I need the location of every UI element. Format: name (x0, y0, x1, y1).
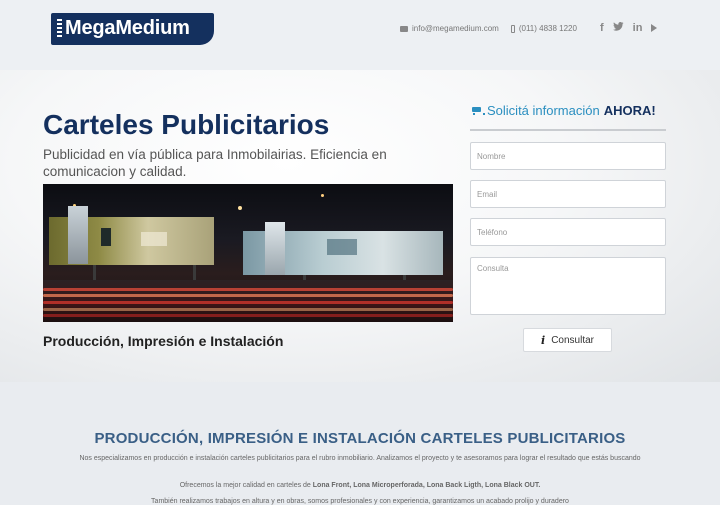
hero-section: Carteles Publicitarios Publicidad en vía… (0, 70, 720, 382)
billboards-photo (43, 184, 453, 322)
contact-phone[interactable]: (011) 4838 1220 (519, 24, 577, 33)
info-icon: i (541, 333, 546, 347)
page-title: Carteles Publicitarios (43, 109, 330, 140)
email-field[interactable] (470, 180, 666, 208)
form-title-emphasis: AHORA! (603, 103, 656, 118)
section-title: PRODUCCIÓN, IMPRESIÓN E INSTALACIÓN CART… (94, 430, 626, 447)
submit-button[interactable]: i Consultar (523, 328, 612, 352)
youtube-icon[interactable] (651, 24, 658, 32)
hero-subtitle: Publicidad en vía pública para Inmobilai… (43, 147, 387, 179)
shopping-cart-icon (471, 106, 485, 116)
hero-caption: Producción, Impresión e Instalación (43, 333, 284, 349)
logo-mark-icon (57, 19, 62, 39)
form-title-text: Solicitá información (487, 103, 600, 118)
social-links: f in (600, 22, 658, 34)
contact-info: info@megamedium.com (011) 4838 1220 (400, 24, 577, 33)
envelope-icon (400, 25, 408, 32)
form-title: Solicitá información AHORA! (471, 103, 656, 118)
form-divider (470, 129, 666, 131)
section-paragraph-2-bold: Lona Front, Lona Microperforada, Lona Ba… (312, 482, 541, 489)
twitter-icon[interactable] (612, 22, 624, 34)
phone-field[interactable] (470, 218, 666, 246)
section-paragraph-3: También realizamos trabajos en altura y … (151, 498, 569, 505)
logo[interactable]: MegaMedium (51, 13, 214, 45)
name-field[interactable] (470, 142, 666, 170)
top-bar: MegaMedium info@megamedium.com (011) 483… (0, 0, 720, 70)
section-paragraph-2-text: Ofrecemos la mejor calidad en carteles d… (179, 482, 313, 489)
section-paragraph-1: Nos especializamos en producción e insta… (79, 455, 641, 462)
message-field[interactable] (470, 257, 666, 315)
logo-text: MegaMedium (65, 17, 190, 39)
linkedin-icon[interactable]: in (633, 22, 643, 34)
contact-email[interactable]: info@megamedium.com (412, 24, 499, 33)
submit-button-label: Consultar (551, 334, 594, 346)
section-paragraph-2: Ofrecemos la mejor calidad en carteles d… (0, 481, 720, 491)
phone-icon (510, 24, 515, 33)
facebook-icon[interactable]: f (600, 22, 604, 34)
